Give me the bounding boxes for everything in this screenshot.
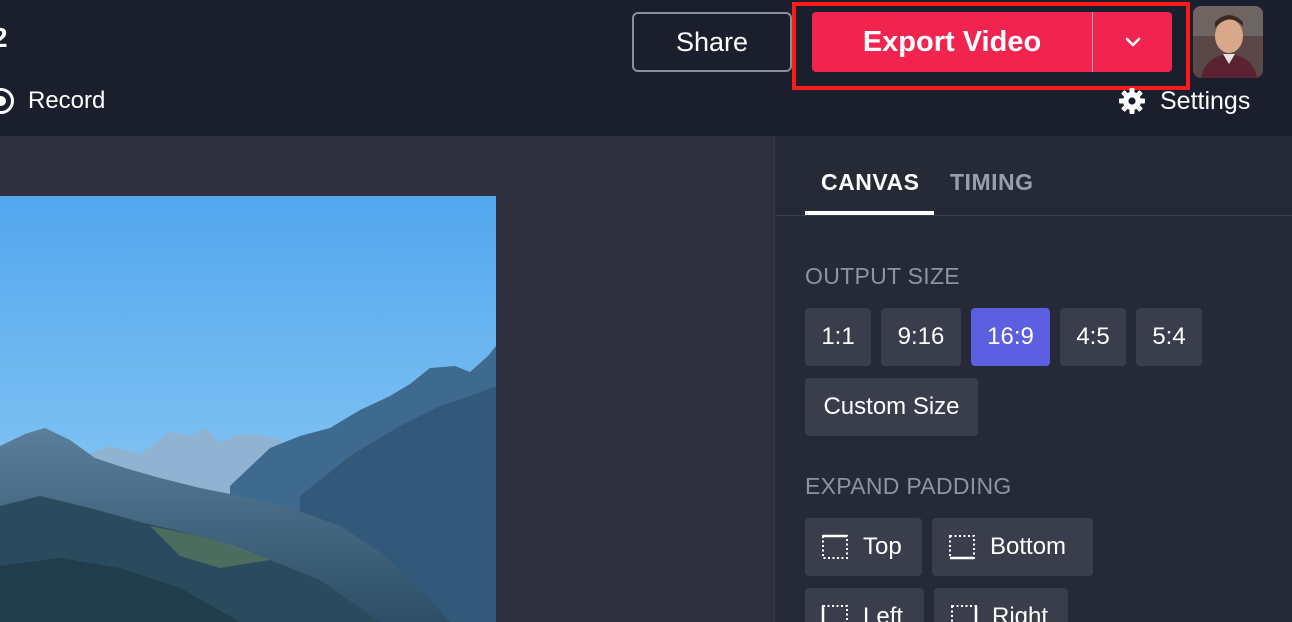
padding-top-icon	[822, 534, 848, 559]
settings-label: Settings	[1160, 86, 1251, 115]
expand-padding-label: EXPAND PADDING	[805, 473, 1012, 499]
padding-left-icon	[821, 605, 848, 622]
output-size-9-16[interactable]: 9:16	[881, 308, 961, 366]
padding-bottom-label: Bottom	[990, 533, 1067, 560]
record-label: Record	[28, 87, 106, 114]
settings-button[interactable]: Settings	[1118, 84, 1250, 118]
padding-right-label: Right	[992, 603, 1049, 622]
record-icon	[0, 88, 14, 114]
panel-tabs: CANVAS TIMING	[775, 136, 1292, 216]
share-button[interactable]: Share	[632, 12, 792, 72]
record-button[interactable]: Record	[0, 84, 105, 118]
padding-bottom-icon	[949, 535, 975, 560]
output-size-4-5[interactable]: 4:5	[1060, 308, 1126, 366]
project-title[interactable]: 2	[0, 18, 8, 58]
top-bar: 2 Record Share Export Video	[0, 0, 1292, 136]
output-size-5-4[interactable]: 5:4	[1136, 308, 1202, 366]
padding-left-label: Left	[863, 603, 904, 622]
highlight-annotation	[792, 2, 1190, 90]
tab-canvas[interactable]: CANVAS	[821, 169, 919, 196]
output-size-label: OUTPUT SIZE	[805, 263, 960, 289]
padding-right-button[interactable]: Right	[934, 588, 1068, 622]
mountain-landscape-image	[0, 196, 496, 622]
video-preview[interactable]	[0, 196, 496, 622]
padding-bottom-button[interactable]: Bottom	[932, 518, 1093, 576]
app-root: 2 Record Share Export Video	[0, 0, 1292, 622]
avatar[interactable]	[1193, 6, 1263, 78]
output-size-16-9[interactable]: 16:9	[971, 308, 1050, 366]
padding-left-button[interactable]: Left	[805, 588, 924, 622]
padding-right-icon	[951, 605, 978, 622]
active-tab-indicator	[805, 211, 934, 215]
custom-size-button[interactable]: Custom Size	[805, 378, 978, 436]
output-size-1-1[interactable]: 1:1	[805, 308, 871, 366]
canvas-area	[0, 136, 774, 622]
gear-icon	[1119, 88, 1145, 114]
padding-top-label: Top	[863, 533, 902, 560]
properties-panel: CANVAS TIMING OUTPUT SIZE 1:1 9:16 16:9 …	[774, 136, 1292, 622]
tab-timing[interactable]: TIMING	[950, 169, 1034, 196]
padding-top-button[interactable]: Top	[805, 518, 922, 576]
